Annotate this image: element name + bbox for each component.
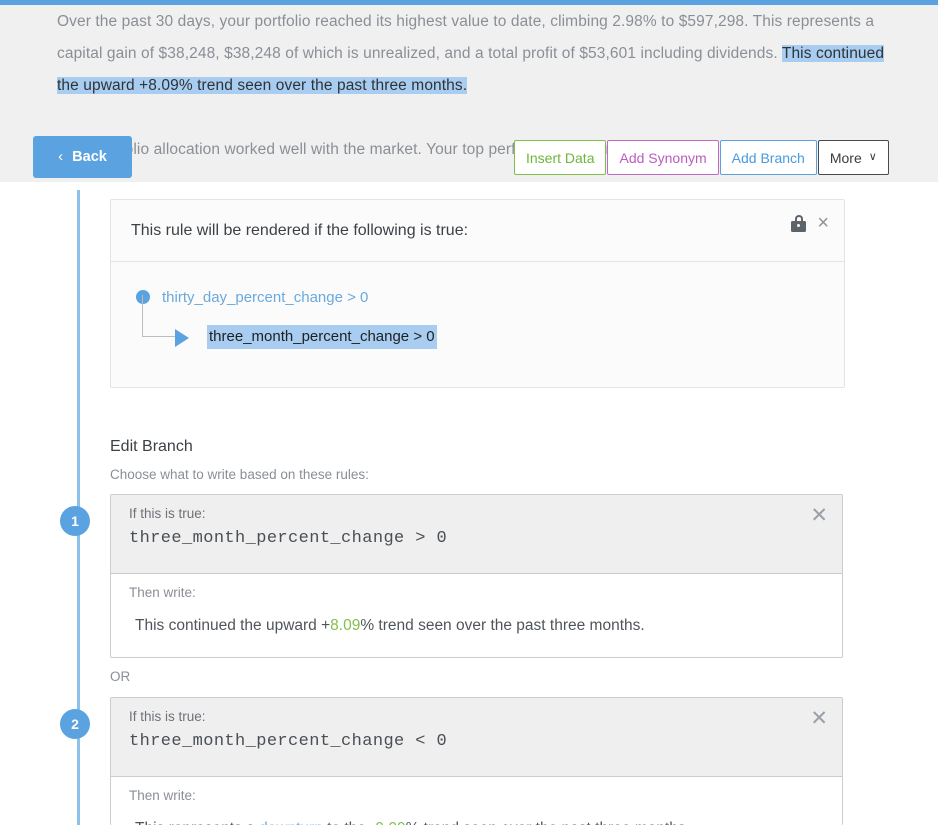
- lock-icon[interactable]: [791, 215, 806, 232]
- branch-1-condition-section: If this is true: three_month_percent_cha…: [111, 495, 842, 574]
- branch-2-then-value[interactable]: -9.09: [370, 820, 405, 825]
- edit-branch-heading: Edit Branch: [110, 438, 193, 456]
- branch-2-then-label: Then write:: [129, 788, 824, 803]
- branch-1-then-text[interactable]: This continued the upward +8.09% trend s…: [129, 615, 824, 637]
- selection-toolbar: Insert Data Add Synonym Add Branch More …: [514, 140, 889, 175]
- timeline-node-1: 1: [60, 506, 90, 536]
- branch-2-if-label: If this is true:: [129, 709, 824, 724]
- top-accent-bar: [0, 0, 938, 5]
- rule-preview-card: This rule will be rendered if the follow…: [110, 199, 845, 388]
- rule-root-condition[interactable]: thirty_day_percent_change > 0: [162, 289, 368, 306]
- narrative-text-lead: Over the past 30 days, your portfolio re…: [57, 13, 874, 62]
- more-button[interactable]: More ∨: [818, 140, 889, 175]
- branch-2-condition-section: If this is true: three_month_percent_cha…: [111, 698, 842, 777]
- chevron-left-icon: ‹: [58, 149, 63, 164]
- rule-card-body: thirty_day_percent_change > 0 three_mont…: [111, 262, 844, 387]
- branch-1-then-section: Then write: This continued the upward +8…: [111, 574, 842, 637]
- branch-1-then-prefix: This continued the upward +: [135, 617, 330, 634]
- add-synonym-button[interactable]: Add Synonym: [607, 140, 718, 175]
- insert-data-button[interactable]: Insert Data: [514, 140, 606, 175]
- tree-elbow-connector: [142, 295, 175, 337]
- timeline-node-2: 2: [60, 709, 90, 739]
- branch-2-then-link[interactable]: downturn: [259, 820, 323, 825]
- rule-card-actions: ×: [791, 213, 829, 233]
- branch-1-then-label: Then write:: [129, 585, 824, 600]
- add-branch-button[interactable]: Add Branch: [720, 140, 817, 175]
- branch-2-then-text[interactable]: This represents a downturn to the -9.09%…: [129, 818, 824, 825]
- branch-card-2: If this is true: three_month_percent_cha…: [110, 697, 843, 825]
- lock-body: [791, 221, 806, 232]
- branch-2-then-suffix: % trend seen over the past three months.: [406, 820, 690, 825]
- branch-1-if-label: If this is true:: [129, 506, 824, 521]
- rule-root-row: thirty_day_percent_change > 0: [135, 286, 824, 308]
- rule-child-condition[interactable]: three_month_percent_change > 0: [207, 325, 437, 349]
- chevron-down-icon: ∨: [869, 152, 877, 163]
- more-button-label: More: [830, 150, 862, 166]
- rule-card-title: This rule will be rendered if the follow…: [131, 222, 468, 240]
- branch-2-then-mid: to the: [323, 820, 370, 825]
- edit-branch-subheading: Choose what to write based on these rule…: [110, 467, 369, 482]
- back-button[interactable]: ‹ Back: [33, 136, 132, 178]
- branch-2-expression[interactable]: three_month_percent_change < 0: [129, 732, 824, 751]
- branch-2-remove-icon[interactable]: ✕: [810, 708, 828, 729]
- branch-card-1: If this is true: three_month_percent_cha…: [110, 494, 843, 658]
- close-icon[interactable]: ×: [817, 213, 829, 233]
- or-divider-label: OR: [110, 669, 130, 684]
- branch-1-then-suffix: % trend seen over the past three months.: [360, 617, 644, 634]
- rule-card-header: This rule will be rendered if the follow…: [111, 200, 844, 262]
- back-button-label: Back: [72, 149, 107, 165]
- arrow-right-icon: [175, 329, 189, 347]
- branch-2-then-prefix: This represents a: [135, 820, 259, 825]
- branch-2-then-section: Then write: This represents a downturn t…: [111, 777, 842, 825]
- branch-1-expression[interactable]: three_month_percent_change > 0: [129, 529, 824, 548]
- branch-1-remove-icon[interactable]: ✕: [810, 505, 828, 526]
- rule-child-row: three_month_percent_change > 0: [135, 322, 824, 352]
- branch-1-then-value[interactable]: 8.09: [330, 617, 360, 634]
